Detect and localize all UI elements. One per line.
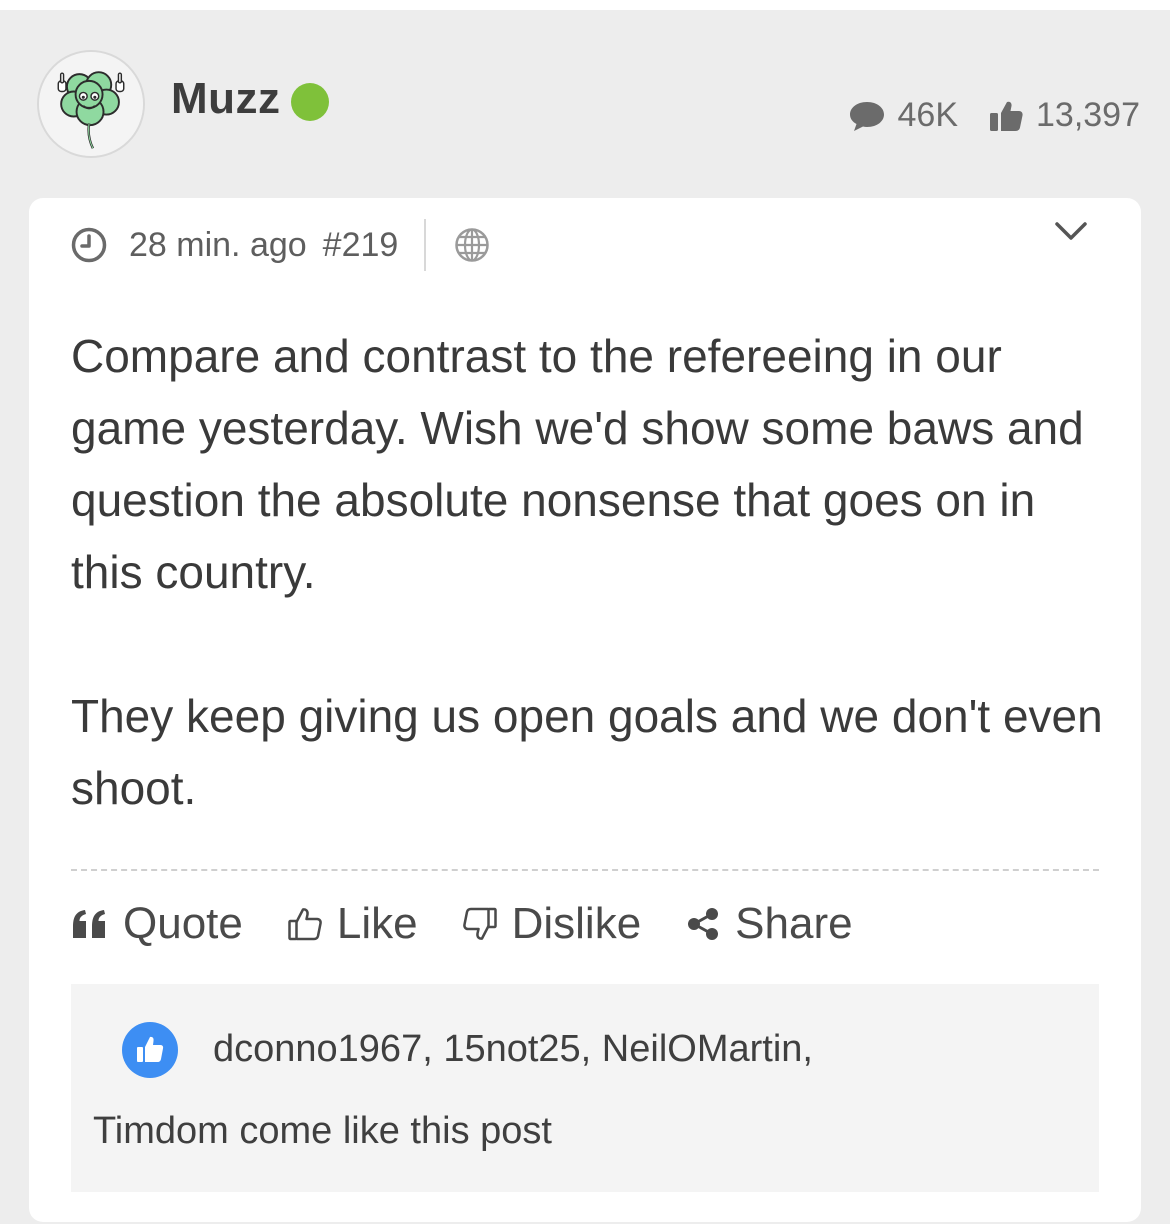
post-number[interactable]: #219 bbox=[323, 226, 399, 265]
thumbs-up-badge-icon bbox=[137, 1036, 164, 1062]
quote-icon bbox=[73, 910, 105, 938]
likers-suffix: Timdom come like this post bbox=[93, 1110, 552, 1152]
quote-label: Quote bbox=[123, 899, 243, 948]
likes-summary: dconno1967, 15not25, NeilOMartin, Timdom… bbox=[71, 984, 1099, 1192]
likers-list[interactable]: dconno1967, 15not25, NeilOMartin, bbox=[213, 1024, 813, 1074]
quote-button[interactable]: Quote bbox=[71, 899, 243, 949]
share-icon bbox=[688, 908, 719, 940]
thumbs-down-outline-icon bbox=[462, 907, 497, 940]
like-button[interactable]: Like bbox=[287, 899, 418, 949]
online-status-dot bbox=[291, 83, 329, 121]
post-body: Compare and contrast to the refereeing i… bbox=[71, 320, 1111, 824]
thumbs-up-icon bbox=[990, 101, 1023, 131]
user-stats: 46K 13,397 bbox=[848, 96, 1140, 135]
share-button[interactable]: Share bbox=[685, 899, 853, 949]
speech-bubble-icon bbox=[849, 101, 884, 131]
post-actions: Quote Like Dislike Share bbox=[71, 894, 853, 954]
post-count-stat: 46K bbox=[848, 96, 959, 135]
clock-icon bbox=[71, 227, 107, 263]
post-card: 28 min. ago #219 Compare and contrast to… bbox=[29, 198, 1141, 1222]
shamrock-avatar-icon bbox=[39, 52, 143, 156]
thumbs-up-outline-icon bbox=[288, 908, 322, 941]
share-label: Share bbox=[735, 899, 853, 948]
post-meta: 28 min. ago #219 bbox=[71, 219, 490, 271]
meta-divider bbox=[424, 219, 427, 271]
like-badge bbox=[122, 1022, 178, 1078]
post-paragraph: They keep giving us open goals and we do… bbox=[71, 690, 1103, 814]
like-count-stat: 13,397 bbox=[988, 96, 1140, 135]
chevron-down-icon[interactable] bbox=[1053, 218, 1089, 244]
top-bar bbox=[0, 0, 1170, 10]
post-paragraph: Compare and contrast to the refereeing i… bbox=[71, 330, 1084, 598]
dislike-label: Dislike bbox=[511, 899, 642, 948]
like-count: 13,397 bbox=[1036, 96, 1140, 134]
like-label: Like bbox=[336, 899, 418, 948]
dislike-button[interactable]: Dislike bbox=[462, 899, 642, 949]
post-count: 46K bbox=[897, 96, 959, 134]
actions-separator bbox=[71, 869, 1099, 871]
post-time[interactable]: 28 min. ago bbox=[129, 226, 307, 265]
globe-icon bbox=[455, 228, 490, 262]
username[interactable]: Muzz bbox=[171, 74, 281, 124]
user-avatar[interactable] bbox=[37, 50, 145, 158]
post-header: Muzz 46K 13,397 bbox=[0, 10, 1170, 198]
